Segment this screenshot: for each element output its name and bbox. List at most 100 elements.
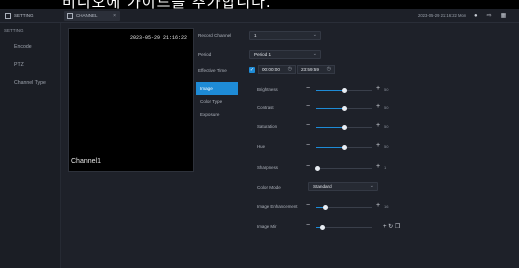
decrease-button[interactable]: − — [306, 85, 310, 92]
slider-image-mirror: Image Mir − + ↻ ❐ — [257, 222, 417, 233]
effective-time-checkbox[interactable]: ✓ — [249, 67, 255, 73]
system-clock: 2023-05-29 21:16:22 Mon — [418, 13, 467, 18]
slider-label: Sharpness — [257, 165, 278, 170]
start-time-field[interactable]: 00:00:00 ◷ — [258, 65, 296, 74]
video-preview: 2023-05-29 21:16:22 Channel1 — [68, 28, 194, 172]
slider-handle[interactable] — [342, 125, 347, 130]
slider-label: Image Enhancement — [257, 204, 298, 209]
image-subnav: Image Color Type Exposure — [196, 82, 238, 121]
decrease-button[interactable]: − — [306, 103, 310, 110]
mirror-actions: + ↻ ❐ — [383, 223, 400, 230]
slider-label: Hue — [257, 144, 266, 149]
tab-settings-label: SETTING — [14, 13, 34, 18]
slider-track[interactable] — [316, 145, 372, 150]
clock-icon: ◷ — [326, 66, 331, 72]
grid-icon[interactable]: ▦ — [501, 11, 507, 21]
decrease-button[interactable]: − — [306, 122, 310, 129]
end-time-value: 23:59:59 — [301, 67, 319, 72]
color-mode-value: Standard — [313, 184, 332, 189]
title-actions: ● ⇨ ▦ — [474, 11, 506, 21]
title-bar: SETTING CHANNEL × 2023-05-29 21:16:22 Mo… — [0, 9, 519, 23]
slider-value: 1 — [384, 165, 387, 170]
sidebar-item-encode[interactable]: Encode — [0, 38, 60, 56]
slider-saturation: Saturation − + 50 — [257, 122, 417, 133]
slider-sharpness: Sharpness − + 1 — [257, 163, 417, 174]
slider-handle[interactable] — [342, 106, 347, 111]
chevron-down-icon: ⌄ — [369, 183, 374, 189]
slider-track[interactable] — [316, 88, 372, 93]
settings-icon — [5, 13, 11, 19]
overlay-caption: 비디오에 가이드를 추가합니다. — [62, 0, 272, 9]
slider-track[interactable] — [316, 225, 372, 230]
slider-handle[interactable] — [342, 88, 347, 93]
start-time-value: 00:00:00 — [262, 67, 280, 72]
end-time-field[interactable]: 23:59:59 ◷ — [297, 65, 335, 74]
record-channel-select[interactable]: 1 ⌄ — [249, 31, 321, 40]
copy-icon[interactable]: ❐ — [393, 224, 400, 230]
slider-fill — [316, 108, 344, 109]
logout-icon[interactable]: ⇨ — [487, 11, 492, 21]
main-panel: 2023-05-29 21:16:22 Channel1 Record Chan… — [61, 23, 519, 268]
slider-value: 50 — [384, 87, 389, 92]
slider-brightness: Brightness − + 50 — [257, 85, 417, 96]
tab-channel-label: CHANNEL — [76, 13, 98, 18]
subnav-exposure[interactable]: Exposure — [196, 108, 238, 121]
increase-button[interactable]: + — [376, 163, 380, 170]
slider-track[interactable] — [316, 106, 372, 111]
preview-timestamp: 2023-05-29 21:16:22 — [129, 35, 187, 41]
user-icon[interactable]: ● — [474, 11, 478, 21]
slider-value: 50 — [384, 124, 389, 129]
sidebar-item-ptz[interactable]: PTZ — [0, 56, 60, 74]
slider-handle[interactable] — [323, 205, 328, 210]
record-channel-label: Record Channel — [198, 33, 232, 38]
subnav-image[interactable]: Image — [196, 82, 238, 95]
slider-contrast: Contrast − + 50 — [257, 103, 417, 114]
slider-track[interactable] — [316, 125, 372, 130]
slider-value: 16 — [384, 204, 389, 209]
increase-button[interactable]: + — [376, 103, 380, 110]
sidebar-item-channel-type[interactable]: Channel Type — [0, 74, 60, 92]
clock-icon: ◷ — [287, 66, 292, 72]
slider-label: Contrast — [257, 105, 274, 110]
decrease-button[interactable]: − — [306, 163, 310, 170]
effective-time-label: Effective Time — [198, 68, 227, 73]
subnav-color-type[interactable]: Color Type — [196, 95, 238, 108]
slider-value: 50 — [384, 144, 389, 149]
decrease-button[interactable]: − — [306, 202, 310, 209]
increase-button[interactable]: + — [376, 85, 380, 92]
slider-label: Brightness — [257, 87, 278, 92]
increase-button[interactable]: + — [376, 142, 380, 149]
sidebar-section-title: SETTING — [4, 28, 24, 33]
slider-hue: Hue − + 50 — [257, 142, 417, 153]
slider-label: Image Mir — [257, 224, 277, 229]
close-icon[interactable]: × — [113, 11, 116, 21]
record-channel-value: 1 — [254, 33, 257, 38]
slider-track[interactable] — [315, 166, 372, 171]
slider-track[interactable] — [316, 205, 372, 210]
period-label: Period — [198, 52, 212, 57]
slider-handle[interactable] — [320, 225, 325, 230]
preview-channel-name: Channel1 — [71, 158, 101, 165]
slider-image-enhancement: Image Enhancement − + 16 — [257, 202, 417, 213]
period-select[interactable]: Period 1 ⌄ — [249, 50, 321, 59]
chevron-down-icon: ⌄ — [312, 32, 317, 38]
slider-handle[interactable] — [315, 166, 320, 171]
increase-button[interactable]: + — [376, 122, 380, 129]
color-mode-label: Color Mode — [257, 185, 281, 190]
slider-label: Saturation — [257, 124, 278, 129]
chevron-down-icon: ⌄ — [312, 51, 317, 57]
channel-icon — [67, 13, 73, 19]
slider-value: 50 — [384, 105, 389, 110]
slider-fill — [316, 127, 344, 128]
tab-settings[interactable]: SETTING — [2, 11, 54, 21]
decrease-button[interactable]: − — [306, 222, 310, 229]
color-mode-select[interactable]: Standard ⌄ — [308, 182, 378, 191]
increase-button[interactable]: + — [376, 202, 380, 209]
slider-fill — [316, 147, 344, 148]
period-value: Period 1 — [254, 52, 272, 57]
page-top-strip: 비디오에 가이드를 추가합니다. — [0, 0, 519, 9]
slider-fill — [316, 90, 344, 91]
tab-channel[interactable]: CHANNEL × — [64, 11, 120, 21]
decrease-button[interactable]: − — [306, 142, 310, 149]
slider-handle[interactable] — [342, 145, 347, 150]
